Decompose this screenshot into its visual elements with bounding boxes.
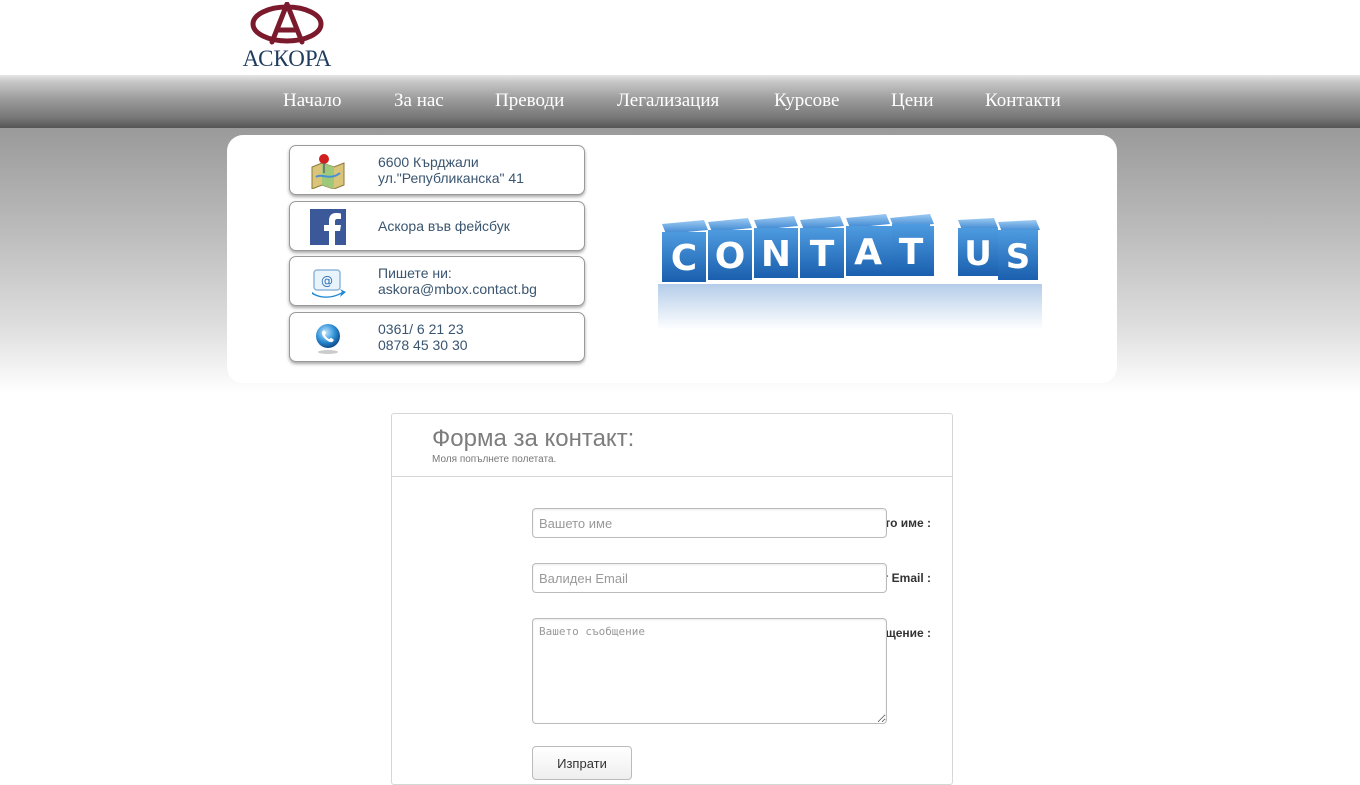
contact-us-banner: C O N T A T U S bbox=[648, 210, 1058, 334]
name-input[interactable] bbox=[532, 508, 887, 538]
phone-text: 0361/ 6 21 23 0878 45 30 30 bbox=[378, 313, 468, 361]
svg-text:S: S bbox=[1006, 237, 1031, 277]
email-icon: @ bbox=[312, 269, 346, 298]
address-line2: ул."Републиканска" 41 bbox=[378, 170, 524, 186]
cube-letter: C bbox=[671, 238, 697, 279]
nav-about[interactable]: За нас bbox=[394, 90, 444, 112]
logo-text: АСКОРА bbox=[242, 46, 332, 71]
submit-button[interactable]: Изпрати bbox=[532, 746, 632, 780]
nav-legalization[interactable]: Легализация bbox=[617, 90, 719, 112]
message-textarea[interactable] bbox=[532, 618, 887, 724]
svg-text:U: U bbox=[964, 234, 992, 274]
contact-us-cubes-image: C O N T A T U S bbox=[658, 214, 1042, 330]
phone-icon bbox=[316, 324, 340, 354]
logo-emblem-icon bbox=[250, 2, 324, 45]
address-card: 6600 Кърджали ул."Републиканска" 41 bbox=[289, 145, 585, 195]
svg-text:@: @ bbox=[321, 274, 333, 288]
form-subtitle: Моля попълнете полетата. bbox=[432, 454, 557, 465]
phone-line1[interactable]: 0361/ 6 21 23 bbox=[378, 321, 468, 337]
facebook-text: Аскора във фейсбук bbox=[378, 202, 510, 250]
nav-contacts[interactable]: Контакти bbox=[985, 90, 1061, 112]
svg-text:A: A bbox=[854, 232, 882, 273]
svg-text:T: T bbox=[899, 232, 924, 273]
phone-card: 0361/ 6 21 23 0878 45 30 30 bbox=[289, 312, 585, 362]
form-title: Форма за контакт: bbox=[432, 425, 635, 452]
nav-home[interactable]: Начало bbox=[283, 90, 342, 112]
svg-text:T: T bbox=[810, 234, 835, 275]
email-input[interactable] bbox=[532, 563, 887, 593]
svg-text:N: N bbox=[761, 234, 791, 275]
map-pin-icon bbox=[311, 154, 345, 189]
email-text: Пишете ни: askora@mbox.contact.bg bbox=[378, 257, 537, 305]
email-card: @ Пишете ни: askora@mbox.contact.bg bbox=[289, 256, 585, 306]
address-line1: 6600 Кърджали bbox=[378, 154, 479, 170]
svg-text:O: O bbox=[715, 236, 746, 277]
contact-form: Форма за контакт: Моля попълнете полетат… bbox=[391, 413, 953, 785]
phone-line2[interactable]: 0878 45 30 30 bbox=[378, 337, 468, 353]
nav-prices[interactable]: Цени bbox=[891, 90, 934, 112]
site-logo[interactable]: АСКОРА bbox=[236, 2, 338, 72]
facebook-card[interactable]: Аскора във фейсбук bbox=[289, 201, 585, 251]
email-label: Пишете ни: bbox=[378, 265, 452, 281]
form-header: Форма за контакт: Моля попълнете полетат… bbox=[392, 414, 952, 477]
main-navigation: Начало За нас Преводи Легализация Курсов… bbox=[0, 75, 1360, 128]
facebook-link[interactable]: Аскора във фейсбук bbox=[378, 218, 510, 234]
nav-courses[interactable]: Курсове bbox=[774, 90, 839, 112]
facebook-icon bbox=[310, 209, 346, 245]
email-address[interactable]: askora@mbox.contact.bg bbox=[378, 281, 537, 297]
nav-translations[interactable]: Преводи bbox=[495, 90, 564, 112]
address-text: 6600 Кърджали ул."Републиканска" 41 bbox=[378, 146, 524, 194]
